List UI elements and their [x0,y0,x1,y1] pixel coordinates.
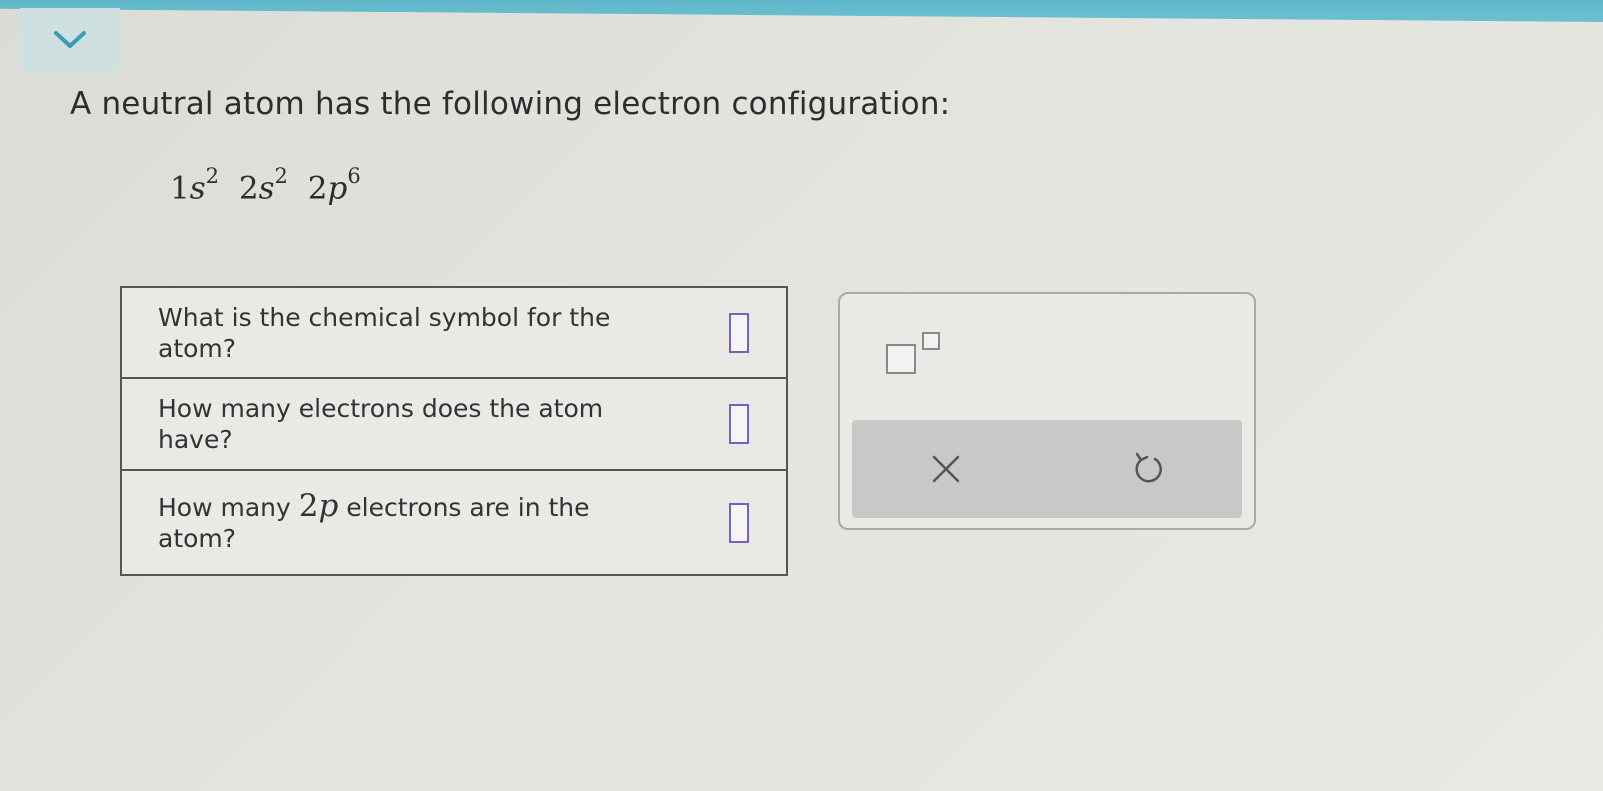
config-orbital: p [327,170,348,207]
answer-cell [692,312,786,353]
question-label-symbol: What is the chemical symbol for the atom… [158,302,611,363]
table-row: How many 2p electrons are in the atom? [122,471,786,574]
2p-electron-count-input[interactable] [729,502,749,543]
chevron-down-icon [54,31,86,48]
config-coefficient: 1 [170,170,190,207]
superscript-icon [886,344,916,374]
config-exponent: 2 [274,164,288,188]
answer-cell [692,502,786,543]
chemical-symbol-input[interactable] [729,312,749,353]
electron-configuration: 1s2 2s2 2p6 [170,164,371,207]
answer-cell [692,404,786,444]
question-label-2p-electrons: How many 2p electrons are in the atom? [122,491,692,554]
config-term: 1s2 [170,164,219,207]
table-row: How many electrons does the atom have? [122,379,786,471]
superscript-button[interactable] [886,332,956,382]
config-coefficient: 2 [238,170,259,207]
top-accent-bar [0,0,1603,22]
config-term: 2p6 [307,164,361,207]
config-orbital: s [258,170,275,207]
table-row: What is the chemical symbol for the atom… [122,288,786,379]
config-orbital: s [189,170,206,207]
undo-icon [1135,452,1162,483]
math-orbital: 2p [299,488,339,524]
math-toolbar [838,292,1256,530]
collapse-button[interactable] [20,8,120,72]
math-coefficient: 2 [298,488,319,524]
question-label-electrons: How many electrons does the atom have? [158,394,604,454]
electron-count-input[interactable] [729,404,749,444]
undo-button[interactable] [1118,442,1178,496]
config-coefficient: 2 [307,170,328,207]
math-variable: p [318,488,339,524]
question-text: A neutral atom has the following electro… [70,86,951,122]
answer-table: What is the chemical symbol for the atom… [120,286,788,576]
config-exponent: 2 [205,164,220,188]
config-exponent: 6 [347,164,361,188]
config-term: 2s2 [238,164,288,207]
toolbar-action-bar [852,420,1242,518]
label-text: How many [158,493,299,522]
clear-button[interactable] [916,444,976,494]
superscript-exponent-box [922,332,940,350]
close-icon [932,455,960,483]
